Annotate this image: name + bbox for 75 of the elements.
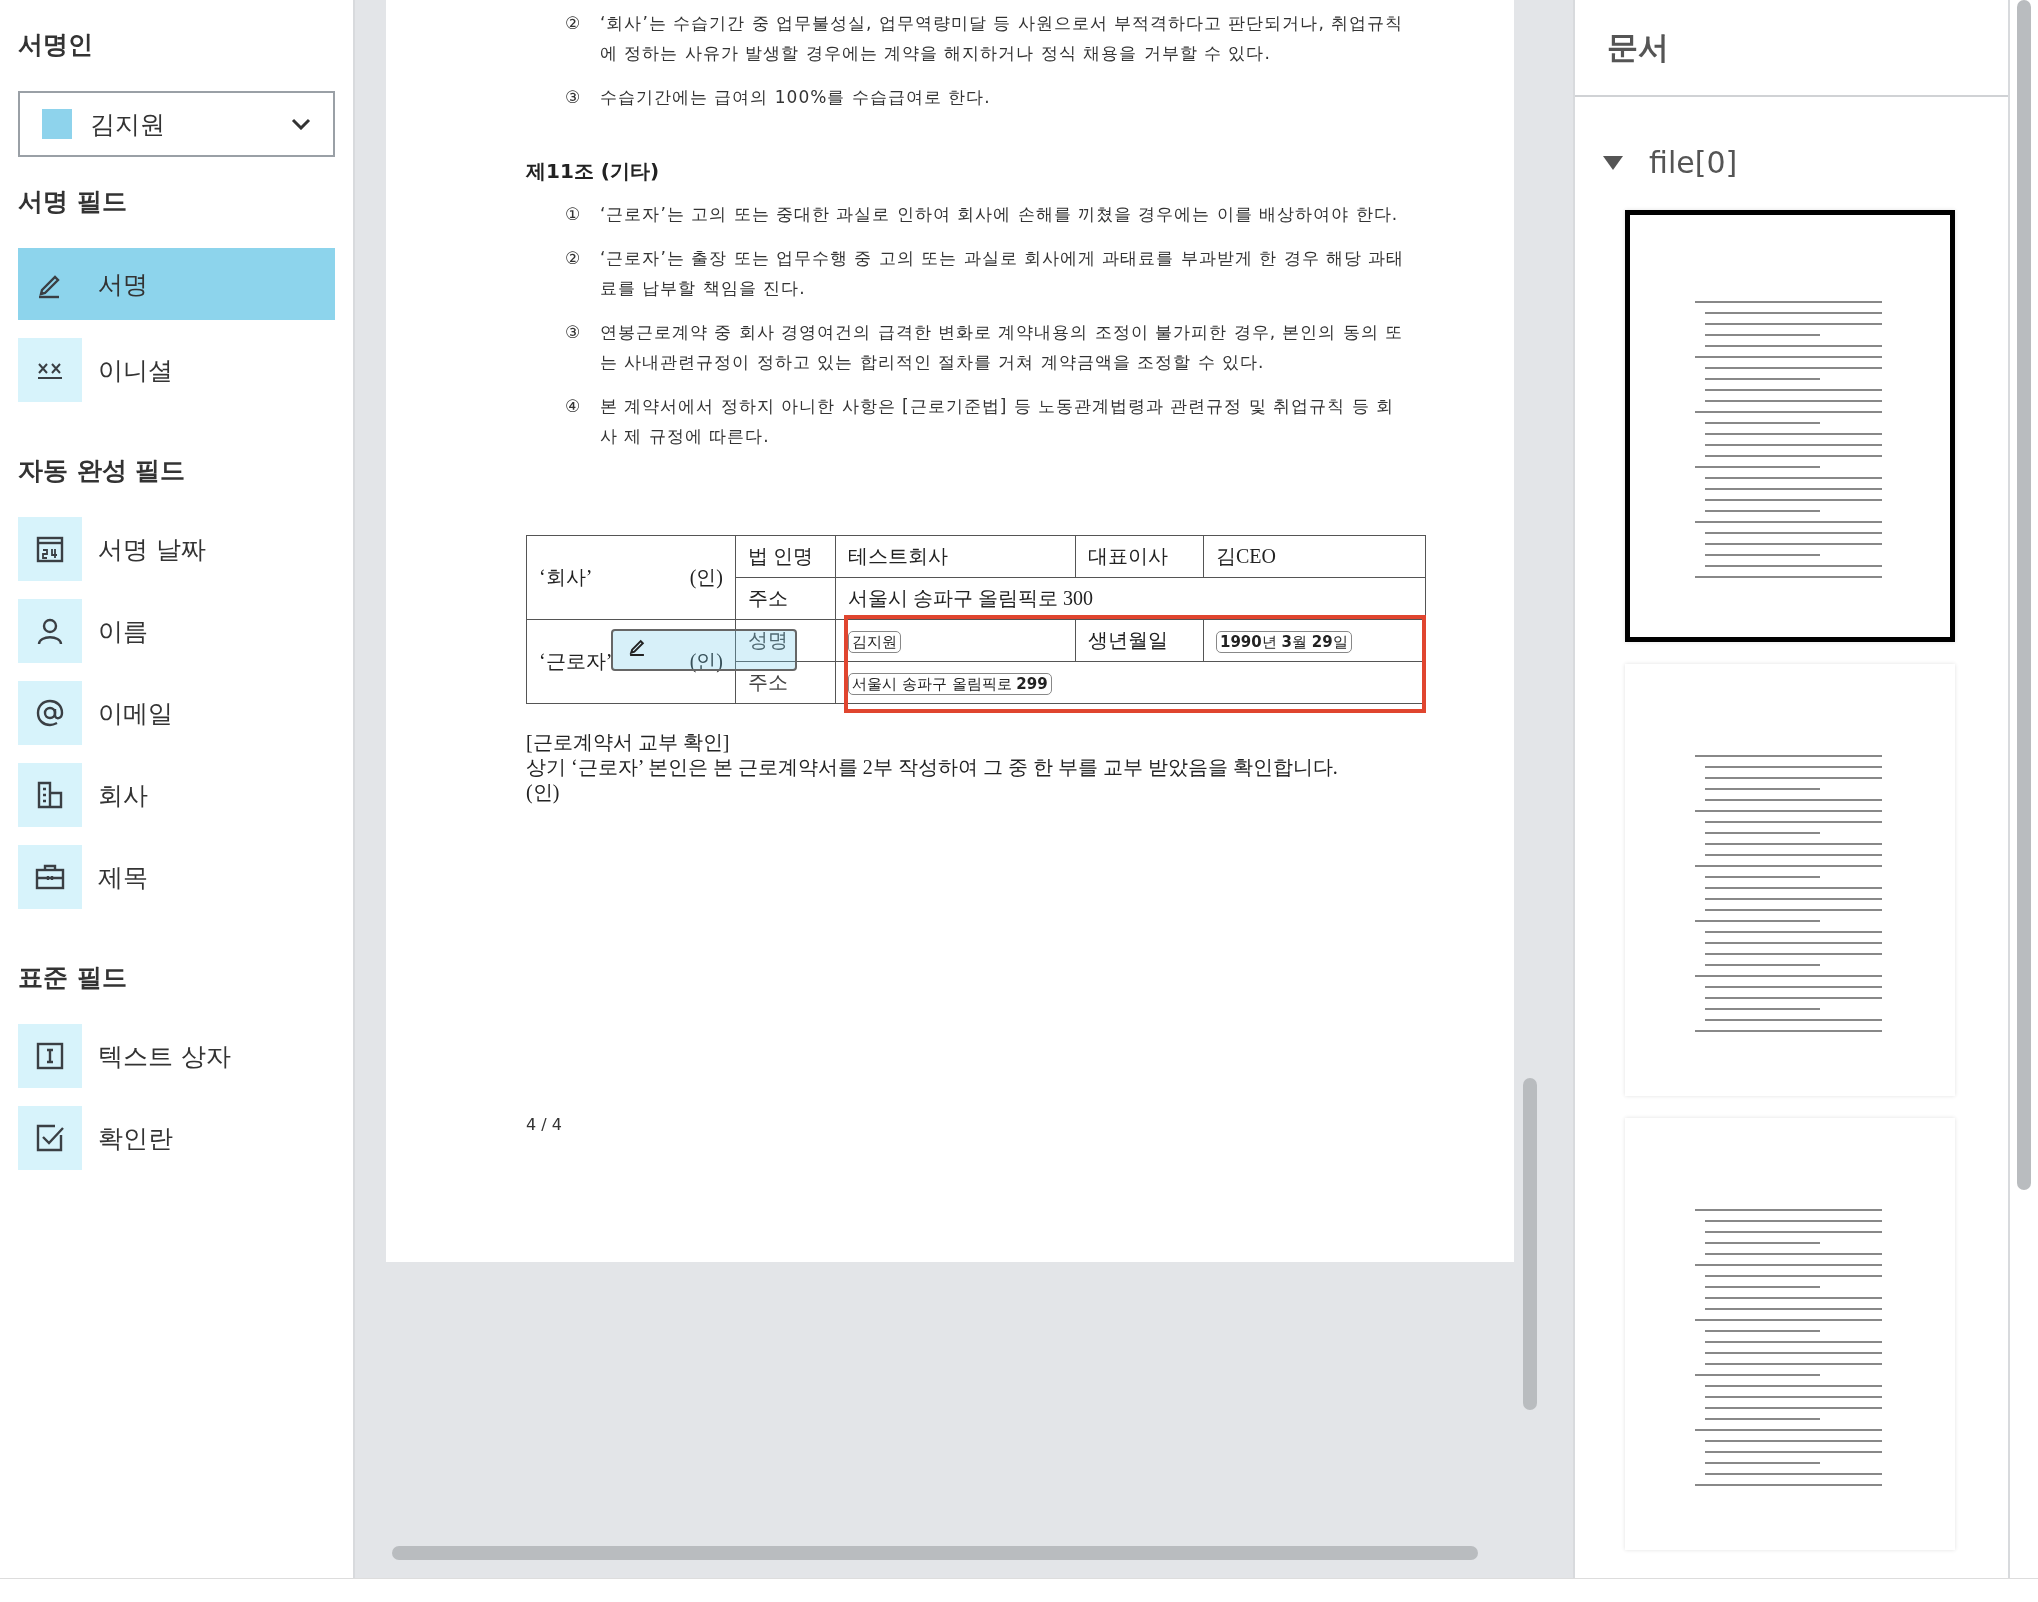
field-item[interactable]: 확인란: [18, 1106, 335, 1170]
clause-text: 수습기간에는 급여의 100%를 수습급여로 한다.: [600, 86, 992, 109]
clause-text: 연봉근로계약 중 회사 경영여건의 급격한 변화로 계약내용의 조정이 불가피한 경우, 본인의 동의 또는 사내관련규정이 정하고 있는 합리적인 절차를 거쳐 계약금액을 조정할 수 있다.: [600, 321, 1405, 374]
field-item[interactable]: 이메일: [18, 681, 335, 745]
clause-number: ②: [565, 12, 583, 35]
signature-field[interactable]: [611, 629, 797, 671]
table-cell: 테스트회사: [848, 545, 948, 567]
page-thumbnail[interactable]: [1625, 664, 1955, 1096]
field-label: 텍스트 상자: [98, 1040, 231, 1073]
scrollbar-thumb[interactable]: [2017, 0, 2031, 1190]
birthdate-field[interactable]: 1990년 3월 29일: [1216, 631, 1352, 653]
title-field-icon: [35, 862, 65, 892]
confirm-text: (인): [526, 780, 561, 805]
field-label: 이름: [98, 615, 148, 648]
scrollbar-thumb[interactable]: [392, 1546, 1478, 1560]
field-item[interactable]: 제목: [18, 845, 335, 909]
confirm-text: [근로계약서 교부 확인]: [526, 730, 731, 755]
clause-text: ‘회사’는 수습기간 중 업무불성실, 업무역량미달 등 사원으로서 부적격하다고 판단되거나, 취업규칙에 정하는 사유가 발생할 경우에는 계약을 해지하거나 정식 채용을 거부할 수 있다.: [600, 12, 1405, 65]
table-cell: 김CEO: [1216, 545, 1276, 567]
field-label: 회사: [98, 779, 148, 812]
signer-name: 김지원: [90, 108, 166, 141]
clause-number: ③: [565, 86, 583, 109]
signer-dropdown[interactable]: 김지원: [18, 91, 335, 157]
page-thumbnail[interactable]: [1625, 210, 1955, 642]
address-field[interactable]: 서울시 송파구 올림픽로 299: [848, 673, 1052, 695]
field-label: 이메일: [98, 697, 173, 730]
field-item[interactable]: 이니셜: [18, 338, 335, 402]
panel-title: 문서: [1607, 27, 1669, 67]
table-cell: 법 인명: [748, 545, 813, 567]
checkbox-field-icon: [35, 1123, 65, 1153]
table-cell: 대표이사: [1088, 545, 1168, 567]
article-heading: 제11조 (기타): [526, 158, 661, 185]
section-heading: 서명 필드: [18, 186, 128, 218]
field-item[interactable]: 서명: [18, 248, 335, 320]
person-field-icon: [35, 616, 65, 646]
field-item[interactable]: 서명 날짜: [18, 517, 335, 581]
section-heading: 자동 완성 필드: [18, 455, 187, 487]
field-label: 서명 날짜: [98, 533, 206, 566]
scrollbar-thumb[interactable]: [1523, 1078, 1537, 1410]
table-cell: 주소: [748, 671, 788, 693]
table-cell: 주소: [748, 587, 788, 609]
field-label: 서명: [98, 268, 148, 301]
section-heading: 표준 필드: [18, 962, 128, 994]
page-number: 4 / 4: [526, 1115, 563, 1134]
clause-number: ②: [565, 247, 583, 270]
confirm-text: 상기 ‘근로자’ 본인은 본 근로계약서를 2부 작성하여 그 중 한 부를 교부 받았음을 확인합니다.: [526, 755, 1339, 780]
table-cell: 서울시 송파구 올림픽로 300: [848, 587, 1093, 609]
name-field[interactable]: 김지원: [848, 631, 901, 653]
file-tree-item[interactable]: file[0]: [1575, 97, 2008, 180]
party-label: ‘회사’: [539, 565, 593, 590]
clause-text: ‘근로자’는 출장 또는 업무수행 중 고의 또는 과실로 회사에게 과태료를 부과받게 한 경우 해당 과태료를 납부할 책임을 진다.: [600, 247, 1406, 300]
clause-number: ③: [565, 321, 583, 344]
triangle-icon: [1602, 154, 1624, 171]
email-field-icon: [35, 698, 65, 728]
clause-number: ①: [565, 203, 583, 226]
field-item[interactable]: 회사: [18, 763, 335, 827]
field-label: 제목: [98, 861, 148, 894]
party-label: ‘근로자’: [539, 649, 613, 674]
text-field-icon: [35, 1041, 65, 1071]
table-cell: 성명: [748, 629, 788, 651]
field-item[interactable]: 텍스트 상자: [18, 1024, 335, 1088]
clause-number: ④: [565, 395, 583, 418]
field-label: 확인란: [98, 1122, 173, 1155]
field-label: 이니셜: [98, 354, 173, 387]
clause-text: ‘근로자’는 고의 또는 중대한 과실로 인하여 회사에 손해를 끼쳤을 경우에는 이를 배상하여야 한다.: [600, 203, 1400, 226]
table-cell: 생년월일: [1088, 629, 1168, 651]
chevron-down-icon: [291, 118, 311, 130]
seal-mark: (인): [689, 565, 723, 591]
clause-text: 본 계약서에서 정하지 아니한 사항은 [근로기준법] 등 노동관계법령과 관련규정 및 취업규칙 등 회사 제 규정에 따른다.: [600, 395, 1396, 448]
company-field-icon: [35, 780, 65, 810]
field-item[interactable]: 이름: [18, 599, 335, 663]
pen-icon: [629, 639, 645, 656]
section-heading: 서명인: [18, 29, 94, 61]
date-field-icon: [35, 534, 65, 564]
page-thumbnail[interactable]: [1625, 1118, 1955, 1550]
